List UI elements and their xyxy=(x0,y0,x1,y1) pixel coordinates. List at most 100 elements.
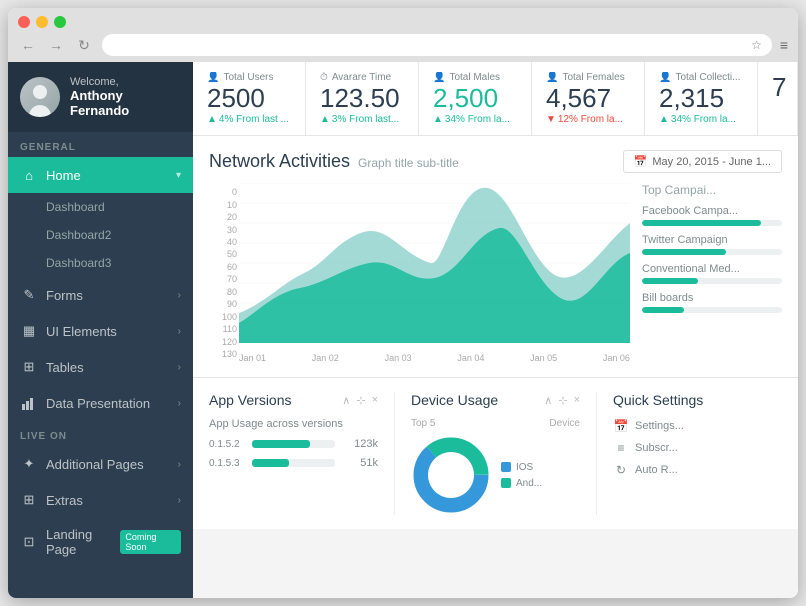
campaign-twitter-bar xyxy=(642,249,726,255)
sidebar-item-dashboard[interactable]: Dashboard xyxy=(8,193,193,221)
subscriptions-icon: ≡ xyxy=(613,440,629,456)
chart-title-area: Network Activities Graph title sub-title xyxy=(209,151,459,172)
version-bar-2 xyxy=(252,459,289,467)
stat-total-females: 👤 Total Females 4,567 ▼ 12% From la... xyxy=(532,62,645,135)
sidebar-item-data-presentation[interactable]: Data Presentation › xyxy=(8,385,193,421)
campaign-twitter: Twitter Campaign xyxy=(642,234,782,255)
top5-label: Top 5 xyxy=(411,418,435,429)
extras-icon: ⊞ xyxy=(20,491,38,509)
pin-icon-2[interactable]: ⊹ xyxy=(558,394,567,407)
sidebar-item-home[interactable]: ⌂ Home ▾ xyxy=(8,157,193,193)
dashboard-label: Dashboard xyxy=(46,200,105,214)
profile-name: Anthony Fernando xyxy=(70,88,181,118)
tables-icon: ⊞ xyxy=(20,358,38,376)
app-versions-header: App Versions ∧ ⊹ × xyxy=(209,392,378,408)
arrow-down-icon: ▼ xyxy=(546,114,556,125)
campaign-conventional: Conventional Med... xyxy=(642,263,782,284)
address-bar[interactable]: ☆ xyxy=(102,34,772,56)
sidebar-item-extras[interactable]: ⊞ Extras › xyxy=(8,482,193,518)
y-label-50: 50 xyxy=(209,249,237,259)
avatar xyxy=(20,77,60,117)
avatar-image xyxy=(20,77,60,117)
y-label-60: 60 xyxy=(209,262,237,272)
version-bar-1 xyxy=(252,440,310,448)
main-content: 👤 Total Users 2500 ▲ 4% From last ... ⏱ … xyxy=(193,62,798,598)
browser-chrome: ← → ↻ ☆ ≡ xyxy=(8,8,798,62)
data-presentation-label: Data Presentation xyxy=(46,396,150,411)
chevron-right-icon-3: › xyxy=(178,362,181,373)
x-label-jan06: Jan 06 xyxy=(603,353,630,363)
arrow-up-icon-3: ▲ xyxy=(433,114,443,125)
stat-value-collection: 2,315 xyxy=(659,83,743,114)
browser-window: ← → ↻ ☆ ≡ Welcome, Anthony Fernando GENE… xyxy=(8,8,798,598)
campaign-billboards: Bill boards xyxy=(642,292,782,313)
device-usage-header: Device Usage ∧ ⊹ × xyxy=(411,392,580,408)
y-label-80: 80 xyxy=(209,287,237,297)
minimize-dot[interactable] xyxy=(36,16,48,28)
arrow-up-icon-2: ▲ xyxy=(320,114,330,125)
x-label-jan01: Jan 01 xyxy=(239,353,266,363)
device-usage-panel: Device Usage ∧ ⊹ × Top 5 Device xyxy=(394,392,596,515)
y-label-20: 20 xyxy=(209,212,237,222)
stat-change-collection: ▲ 34% From la... xyxy=(659,114,743,125)
refresh-button[interactable]: ↻ xyxy=(74,35,94,55)
expand-icon-2[interactable]: ∧ xyxy=(544,394,552,407)
chevron-right-icon-2: › xyxy=(178,326,181,337)
device-usage-content: IOS And... xyxy=(411,435,580,515)
version-item-2: 0.1.5.3 51k xyxy=(209,457,378,469)
stats-row: 👤 Total Users 2500 ▲ 4% From last ... ⏱ … xyxy=(193,62,798,136)
y-label-30: 30 xyxy=(209,225,237,235)
arrow-up-icon: ▲ xyxy=(207,114,217,125)
section-general-label: GENERAL xyxy=(8,132,193,157)
close-icon-2[interactable]: × xyxy=(574,394,580,407)
date-range-button[interactable]: 📅 May 20, 2015 - June 1... xyxy=(623,150,782,173)
setting-item-1[interactable]: 📅 Settings... xyxy=(613,418,782,434)
ios-label: IOS xyxy=(516,462,533,473)
campaign-conventional-bar xyxy=(642,278,698,284)
setting-item-3[interactable]: ↻ Auto R... xyxy=(613,462,782,478)
donut-chart xyxy=(411,435,491,515)
back-button[interactable]: ← xyxy=(18,35,38,55)
sidebar-item-tables[interactable]: ⊞ Tables › xyxy=(8,349,193,385)
version-bar-bg-2 xyxy=(252,459,335,467)
stat-total-users: 👤 Total Users 2500 ▲ 4% From last ... xyxy=(193,62,306,135)
y-label-40: 40 xyxy=(209,237,237,247)
maximize-dot[interactable] xyxy=(54,16,66,28)
welcome-text: Welcome, xyxy=(70,76,181,88)
stat-label-males: 👤 Total Males xyxy=(433,72,517,83)
version-label-2: 0.1.5.3 xyxy=(209,458,244,469)
close-icon[interactable]: × xyxy=(372,394,378,407)
settings-label-1: Settings... xyxy=(635,420,684,432)
males-icon: 👤 xyxy=(433,72,445,83)
stat-label-collection: 👤 Total Collecti... xyxy=(659,72,743,83)
campaign-facebook: Facebook Campa... xyxy=(642,205,782,226)
sidebar-item-landing-page[interactable]: ⊡ Landing Page Coming Soon xyxy=(8,518,193,566)
device-table-header: Top 5 Device xyxy=(411,418,580,429)
sidebar-item-dashboard2[interactable]: Dashboard2 xyxy=(8,221,193,249)
stat-change-females: ▼ 12% From la... xyxy=(546,114,630,125)
y-label-10: 10 xyxy=(209,200,237,210)
forward-button[interactable]: → xyxy=(46,35,66,55)
y-label-100: 100 xyxy=(209,312,237,322)
app-content: Welcome, Anthony Fernando GENERAL ⌂ Home… xyxy=(8,62,798,598)
sidebar-profile: Welcome, Anthony Fernando xyxy=(8,62,193,132)
setting-item-2[interactable]: ≡ Subscr... xyxy=(613,440,782,456)
app-versions-title: App Versions xyxy=(209,392,292,408)
close-dot[interactable] xyxy=(18,16,30,28)
quick-settings-list: 📅 Settings... ≡ Subscr... ↻ Auto R... xyxy=(613,418,782,478)
pin-icon[interactable]: ⊹ xyxy=(356,394,365,407)
stat-change-users: ▲ 4% From last ... xyxy=(207,114,291,125)
browser-menu-icon[interactable]: ≡ xyxy=(780,37,788,53)
sidebar-item-ui-elements[interactable]: ▦ UI Elements › xyxy=(8,313,193,349)
time-icon: ⏱ xyxy=(320,72,328,83)
sidebar-item-dashboard3[interactable]: Dashboard3 xyxy=(8,249,193,277)
expand-icon[interactable]: ∧ xyxy=(342,394,350,407)
data-icon xyxy=(20,394,38,412)
sidebar-item-forms[interactable]: ✎ Forms › xyxy=(8,277,193,313)
bookmark-icon: ☆ xyxy=(751,38,762,52)
home-icon: ⌂ xyxy=(20,166,38,184)
ios-dot xyxy=(501,462,511,472)
stat-change-males: ▲ 34% From la... xyxy=(433,114,517,125)
stat-avg-time: ⏱ Avarare Time 123.50 ▲ 3% From last... xyxy=(306,62,419,135)
sidebar-item-additional-pages[interactable]: ✦ Additional Pages › xyxy=(8,446,193,482)
